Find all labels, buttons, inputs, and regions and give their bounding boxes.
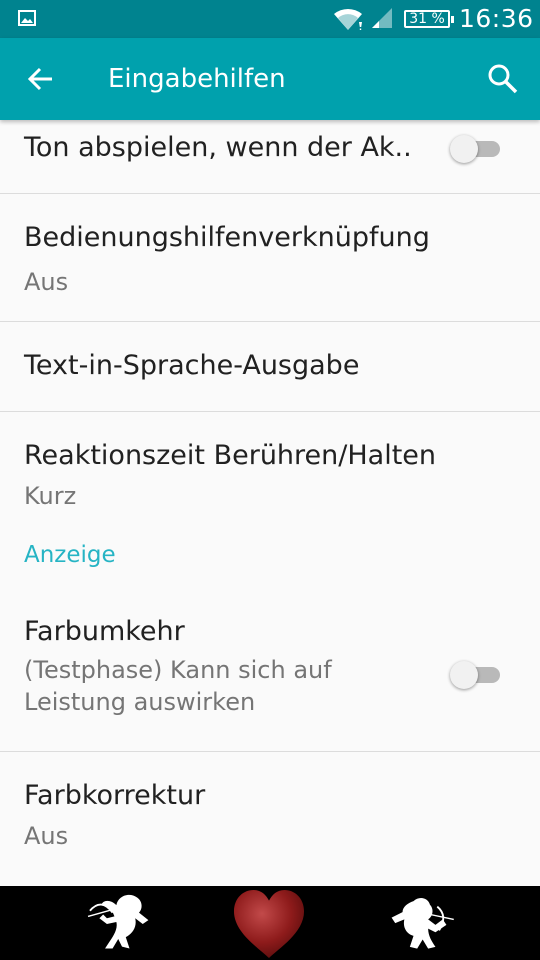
setting-subtitle: Aus (24, 822, 69, 850)
section-title: Anzeige (24, 542, 116, 568)
battery-icon: 31 % (404, 10, 454, 28)
setting-title: Farbumkehr (24, 616, 185, 647)
setting-subtitle: (Testphase) Kann sich auf Leistung auswi… (24, 656, 332, 716)
setting-title: Reaktionszeit Berühren/Halten (24, 440, 437, 471)
setting-title: Text-in-Sprache-Ausgabe (24, 350, 360, 381)
toggle-switch[interactable] (450, 660, 502, 690)
decorative-bar (0, 886, 540, 960)
search-icon[interactable] (486, 62, 520, 96)
cupid-left-icon (87, 894, 149, 949)
setting-color-inversion[interactable]: Farbumkehr (Testphase) Kann sich auf Lei… (0, 594, 540, 752)
setting-subtitle: Kurz (24, 482, 77, 510)
setting-subtitle: Aus (24, 268, 69, 296)
heart-icon (233, 889, 305, 959)
setting-title: Farbkorrektur (24, 780, 206, 811)
cupid-right-icon (391, 897, 454, 949)
signal-icon (372, 8, 392, 28)
setting-text-to-speech[interactable]: Text-in-Sprache-Ausgabe (0, 322, 540, 412)
app-bar: Eingabehilfen (0, 38, 540, 120)
back-arrow-icon[interactable] (22, 61, 58, 97)
settings-list: Ton abspielen, wenn der Ak.. Bedienungsh… (0, 120, 540, 886)
toggle-switch[interactable] (450, 134, 502, 164)
setting-touch-hold-delay[interactable]: Reaktionszeit Berühren/Halten Kurz (0, 412, 540, 540)
setting-accessibility-shortcut[interactable]: Bedienungshilfenverknüpfung Aus (0, 194, 540, 322)
setting-play-sound[interactable]: Ton abspielen, wenn der Ak.. (0, 120, 540, 194)
gallery-icon (18, 10, 36, 26)
section-header-display: Anzeige (0, 540, 540, 594)
clock: 16:36 (459, 4, 534, 33)
wifi-icon (334, 8, 362, 31)
page-title: Eingabehilfen (108, 64, 286, 94)
setting-title: Ton abspielen, wenn der Ak.. (24, 132, 412, 163)
status-bar: 31 % 16:36 (0, 0, 540, 38)
setting-title: Bedienungshilfenverknüpfung (24, 222, 430, 253)
setting-color-correction[interactable]: Farbkorrektur Aus (0, 752, 540, 880)
